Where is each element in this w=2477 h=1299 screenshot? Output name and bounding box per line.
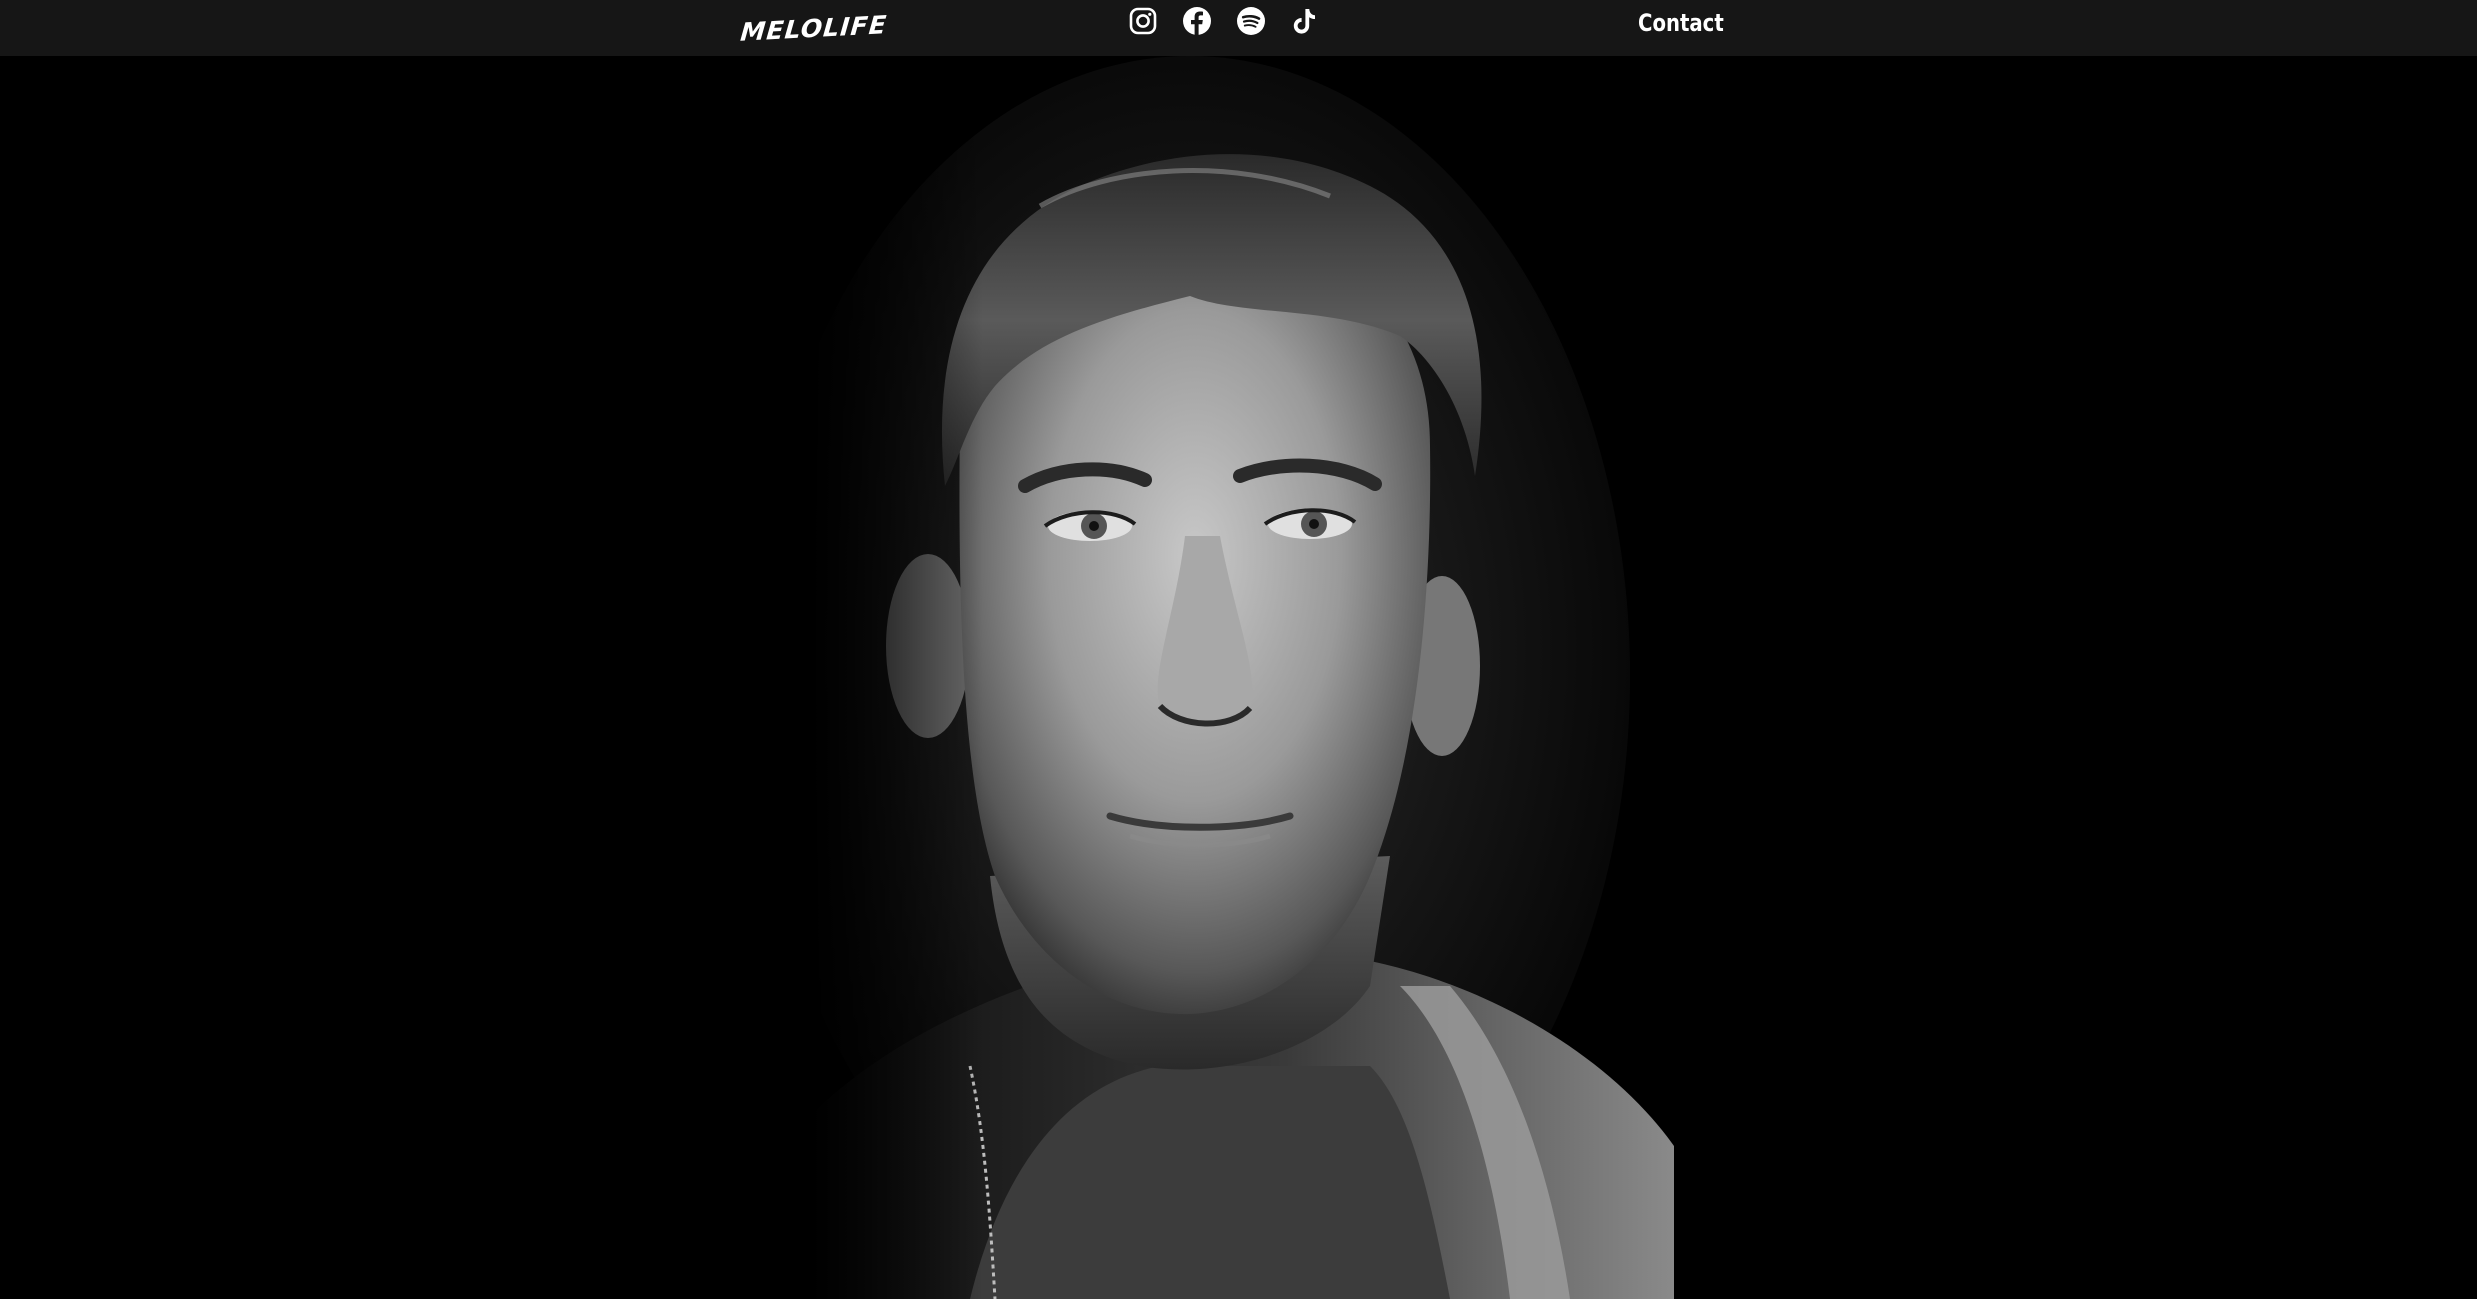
portrait-image [810, 56, 1674, 1299]
contact-link[interactable]: Contact [1638, 0, 1724, 46]
tiktok-icon [1293, 9, 1315, 34]
page: MELOLIFE Contact [0, 0, 2477, 1299]
instagram-link[interactable] [1125, 3, 1161, 39]
spotify-icon [1237, 7, 1265, 35]
social-links-bar [1125, 0, 1323, 42]
site-logo[interactable]: MELOLIFE [739, 4, 889, 52]
spotify-link[interactable] [1233, 3, 1269, 39]
facebook-icon [1183, 7, 1211, 35]
portrait-illustration [810, 56, 1674, 1299]
facebook-link[interactable] [1179, 3, 1215, 39]
top-navigation-bar: MELOLIFE Contact [0, 0, 2477, 56]
hero-section [0, 56, 2477, 1299]
instagram-icon [1129, 7, 1157, 35]
tiktok-link[interactable] [1287, 3, 1323, 39]
